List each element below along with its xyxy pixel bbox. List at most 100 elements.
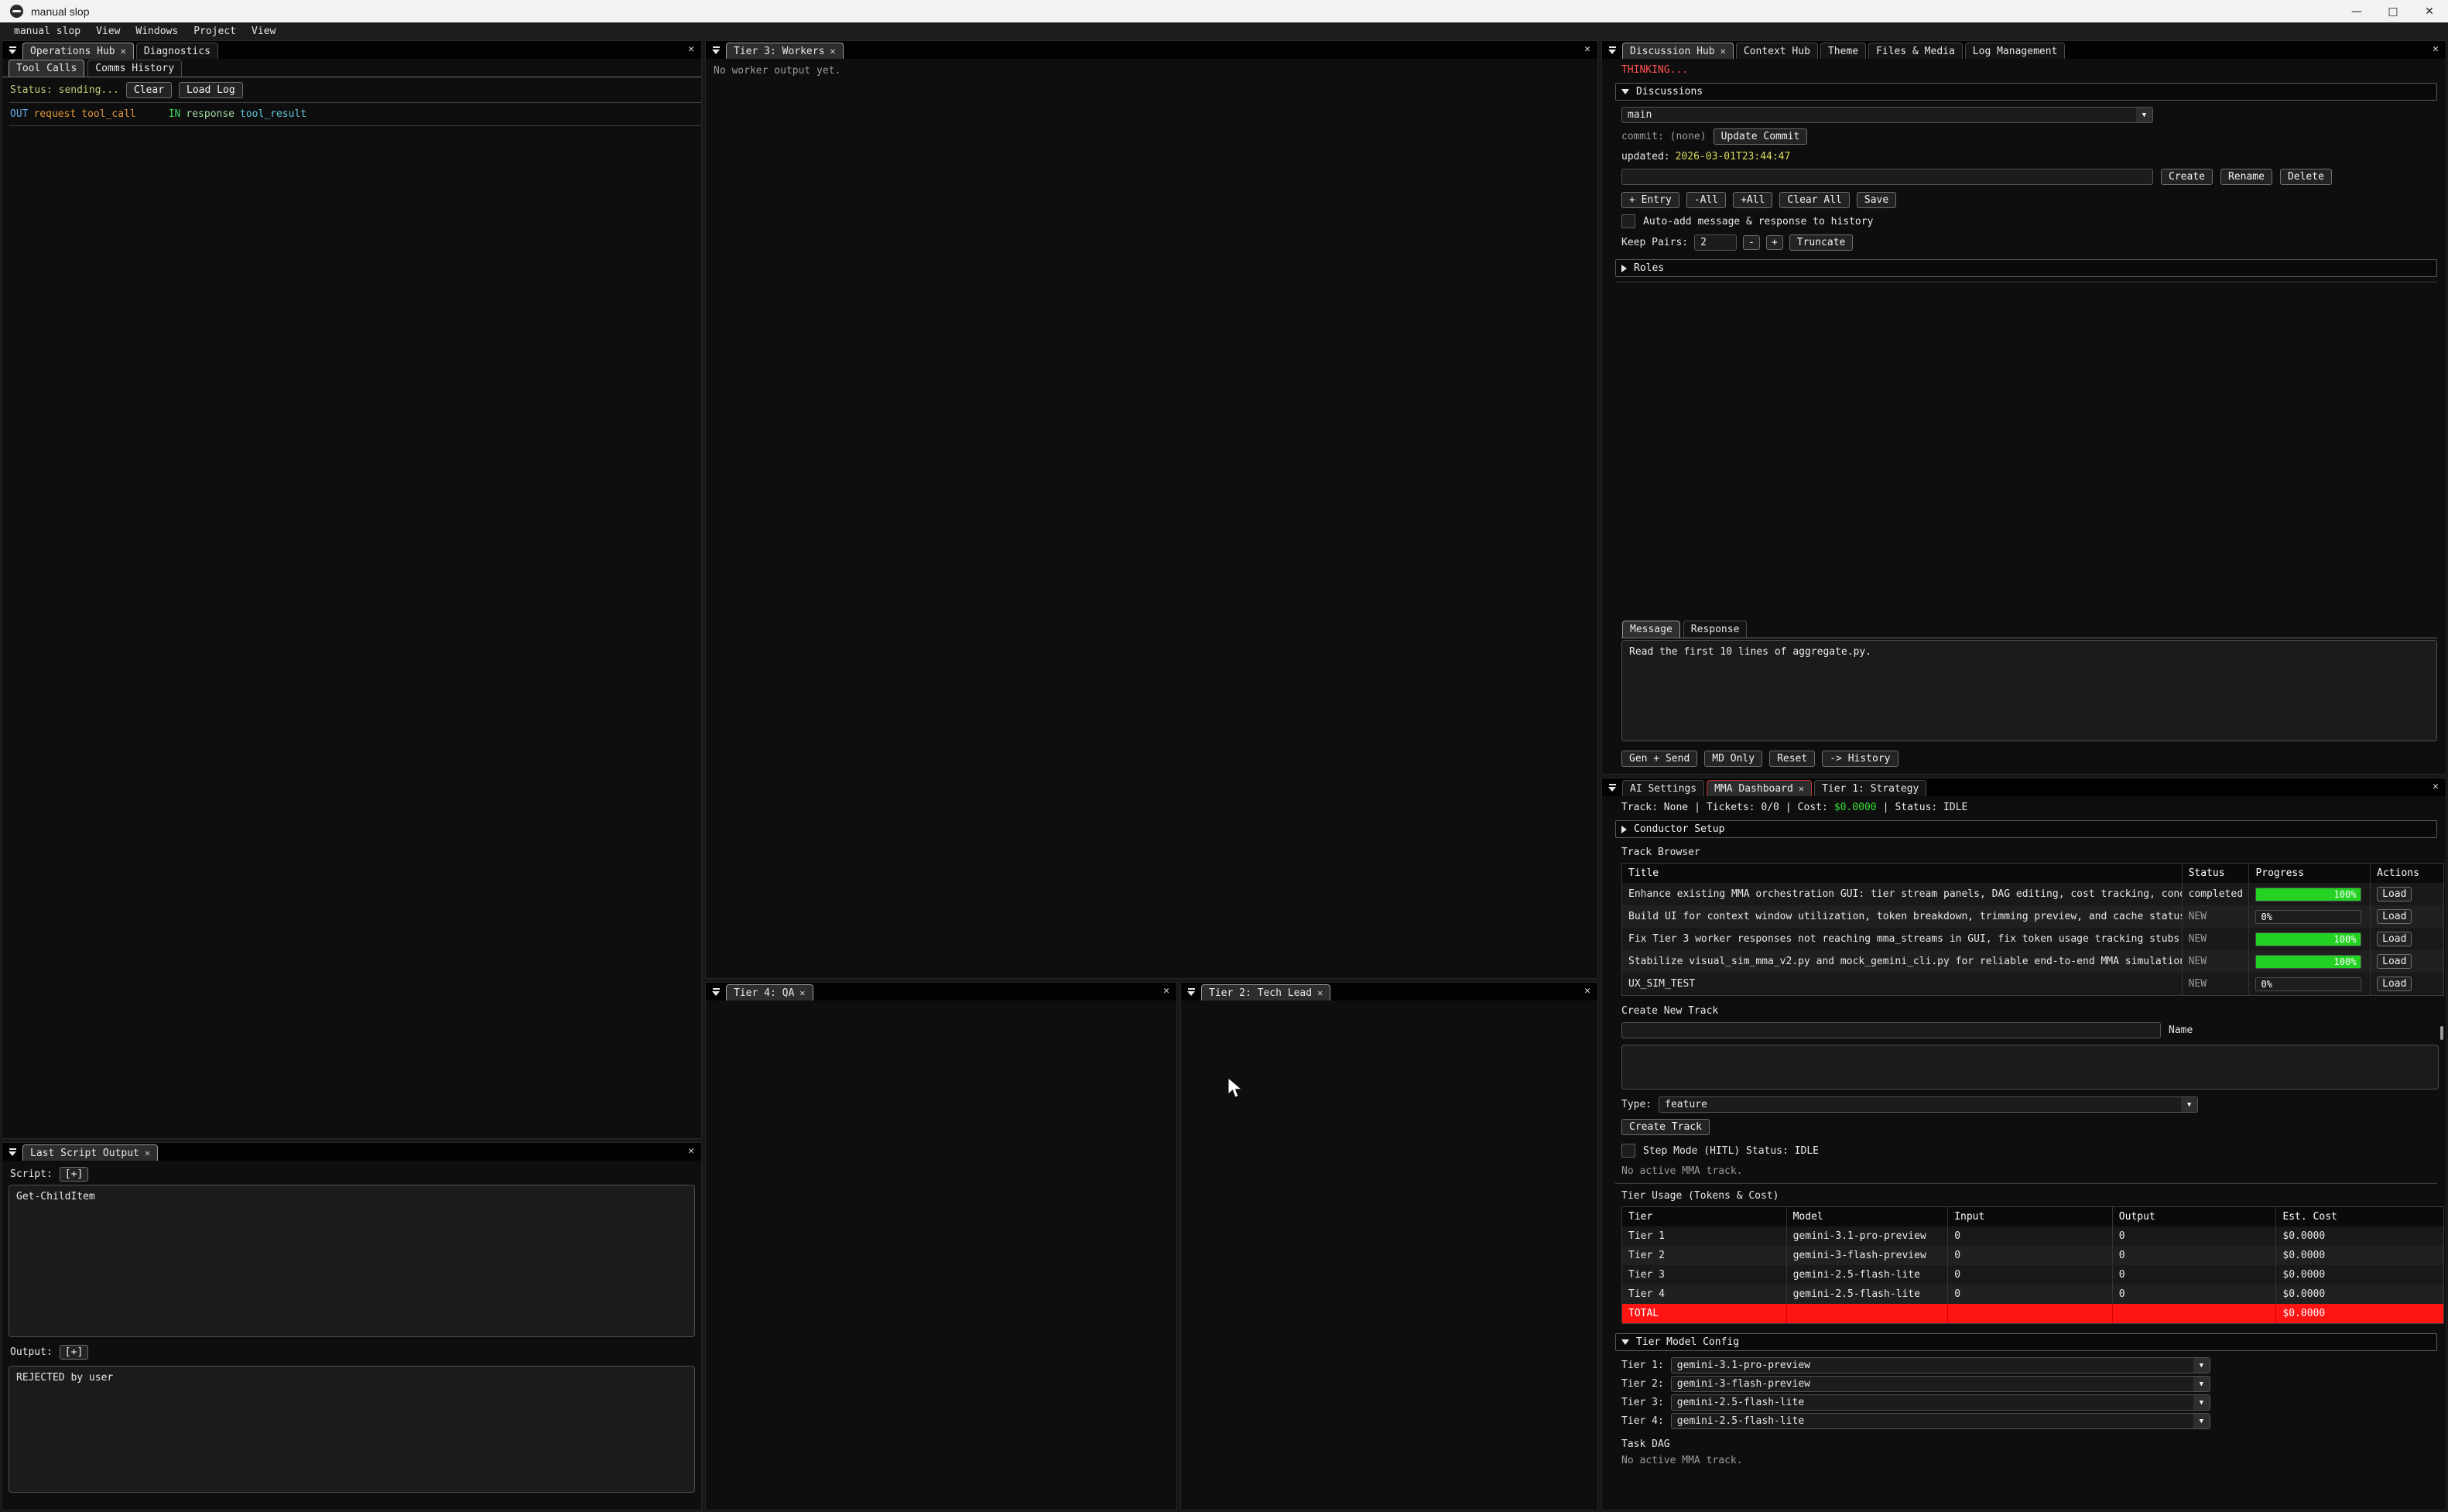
tab-close-icon[interactable]: ✕ [121, 46, 126, 56]
tier3-empty-text: No worker output yet. [706, 59, 1597, 83]
delete-button[interactable]: Delete [2280, 169, 2332, 185]
tab-mma-dashboard[interactable]: MMA Dashboard ✕ [1707, 780, 1812, 796]
discussion-select[interactable]: main ▼ [1621, 107, 2153, 123]
create-track-button[interactable]: Create Track [1621, 1119, 1710, 1135]
tab-tier1-strategy[interactable]: Tier 1: Strategy [1814, 780, 1926, 796]
load-button[interactable]: Load [2377, 977, 2412, 991]
tab-close-icon[interactable]: ✕ [1317, 987, 1323, 998]
window-menu-icon[interactable] [1183, 984, 1199, 1000]
subtab-tool-calls[interactable]: Tool Calls [9, 60, 84, 77]
panel-close-icon[interactable]: ✕ [1584, 985, 1590, 997]
script-textarea[interactable]: Get-ChildItem [9, 1185, 695, 1337]
chevron-down-icon [1621, 89, 1629, 94]
create-button[interactable]: Create [2161, 169, 2213, 185]
mma-status-line: Track: None| Tickets: 0/0| Cost: $0.0000… [1621, 802, 2437, 813]
tab-theme[interactable]: Theme [1820, 43, 1866, 59]
output-textarea[interactable]: REJECTED by user [9, 1366, 695, 1493]
script-expand-button[interactable]: [+] [60, 1167, 88, 1182]
window-menu-icon[interactable] [1604, 43, 1620, 58]
tab-diagnostics[interactable]: Diagnostics [136, 43, 218, 59]
tier-model-config-header[interactable]: Tier Model Config [1615, 1333, 2437, 1351]
tab-last-script-output[interactable]: Last Script Output ✕ [22, 1144, 158, 1161]
tier1-model-select[interactable]: gemini-3.1-pro-preview▼ [1671, 1357, 2210, 1373]
load-button[interactable]: Load [2377, 887, 2412, 901]
menu-view[interactable]: View [88, 22, 128, 40]
rename-button[interactable]: Rename [2220, 169, 2272, 185]
increment-button[interactable]: + [1766, 235, 1783, 250]
tab-discussion-hub[interactable]: Discussion Hub ✕ [1622, 43, 1734, 59]
update-commit-button[interactable]: Update Commit [1714, 128, 1808, 145]
tab-log-management[interactable]: Log Management [1965, 43, 2066, 59]
track-description-textarea[interactable] [1621, 1045, 2439, 1090]
tab-tier3-workers[interactable]: Tier 3: Workers ✕ [726, 43, 844, 59]
window-menu-icon[interactable] [5, 43, 20, 58]
window-menu-icon[interactable] [1604, 780, 1620, 795]
discussions-header[interactable]: Discussions [1615, 83, 2437, 101]
keep-pairs-input[interactable]: 2 [1694, 234, 1737, 251]
load-button[interactable]: Load [2377, 909, 2412, 924]
panel-close-icon[interactable]: ✕ [688, 43, 694, 55]
truncate-button[interactable]: Truncate [1789, 234, 1854, 251]
tab-close-icon[interactable]: ✕ [799, 987, 805, 998]
tab-operations-hub[interactable]: Operations Hub ✕ [22, 43, 134, 59]
tab-close-icon[interactable]: ✕ [1720, 46, 1726, 56]
menu-windows[interactable]: Windows [128, 22, 186, 40]
tab-close-icon[interactable]: ✕ [145, 1148, 150, 1158]
load-button[interactable]: Load [2377, 932, 2412, 946]
tier3-model-select[interactable]: gemini-2.5-flash-lite▼ [1671, 1394, 2210, 1411]
window-menu-icon[interactable] [708, 43, 724, 58]
auto-add-checkbox[interactable] [1621, 214, 1635, 228]
tier4-model-select[interactable]: gemini-2.5-flash-lite▼ [1671, 1413, 2210, 1429]
subtab-message[interactable]: Message [1622, 621, 1680, 638]
md-only-button[interactable]: MD Only [1704, 751, 1762, 767]
subtab-response[interactable]: Response [1683, 621, 1748, 638]
reset-button[interactable]: Reset [1769, 751, 1815, 767]
tab-files-media[interactable]: Files & Media [1868, 43, 1963, 59]
message-textarea[interactable]: Read the first 10 lines of aggregate.py. [1621, 640, 2437, 741]
discussion-name-input[interactable] [1621, 169, 2153, 185]
maximize-button[interactable]: □ [2375, 0, 2411, 22]
tier2-model-select[interactable]: gemini-3-flash-preview▼ [1671, 1376, 2210, 1392]
tab-ai-settings[interactable]: AI Settings [1622, 780, 1704, 796]
tab-tier4-qa[interactable]: Tier 4: QA ✕ [726, 984, 813, 1001]
load-log-button[interactable]: Load Log [179, 82, 243, 98]
tier1-model-label: Tier 1: [1621, 1360, 1664, 1371]
close-button[interactable]: ✕ [2412, 0, 2447, 22]
window-menu-icon[interactable] [5, 1144, 20, 1160]
to-history-button[interactable]: -> History [1822, 751, 1898, 767]
panel-close-icon[interactable]: ✕ [2433, 781, 2439, 792]
track-name-input[interactable] [1621, 1022, 2161, 1038]
step-mode-checkbox[interactable] [1621, 1144, 1635, 1158]
save-button[interactable]: Save [1857, 192, 1896, 208]
conductor-setup-header[interactable]: Conductor Setup [1615, 820, 2437, 838]
gen-send-button[interactable]: Gen + Send [1621, 751, 1697, 767]
subtab-comms-history[interactable]: Comms History [87, 60, 182, 77]
tab-tier2-tech-lead[interactable]: Tier 2: Tech Lead ✕ [1201, 984, 1330, 1001]
menu-view-2[interactable]: View [244, 22, 283, 40]
panel-close-icon[interactable]: ✕ [1584, 43, 1590, 55]
panel-close-icon[interactable]: ✕ [1163, 985, 1169, 997]
decrement-button[interactable]: - [1743, 235, 1760, 250]
add-entry-button[interactable]: + Entry [1621, 192, 1679, 208]
tab-context-hub[interactable]: Context Hub [1736, 43, 1818, 59]
track-type-select[interactable]: feature ▼ [1659, 1096, 2198, 1113]
clear-button[interactable]: Clear [126, 82, 172, 98]
tab-close-icon[interactable]: ✕ [830, 46, 835, 56]
chevron-down-icon: ▼ [2193, 1395, 2210, 1410]
roles-header[interactable]: Roles [1615, 259, 2437, 277]
scrollbar-thumb[interactable] [2440, 1026, 2443, 1040]
menu-manual-slop[interactable]: manual slop [6, 22, 88, 40]
keep-pairs-label: Keep Pairs: [1621, 237, 1688, 248]
panel-close-icon[interactable]: ✕ [688, 1145, 694, 1157]
minimize-button[interactable]: — [2339, 0, 2374, 22]
panel-close-icon[interactable]: ✕ [2433, 43, 2439, 55]
menu-project[interactable]: Project [186, 22, 244, 40]
minus-all-button[interactable]: -All [1686, 192, 1726, 208]
tab-close-icon[interactable]: ✕ [1799, 783, 1804, 794]
clear-all-button[interactable]: Clear All [1779, 192, 1849, 208]
window-menu-icon[interactable] [708, 984, 724, 1000]
cost-value: $0.0000 [1834, 802, 1877, 813]
load-button[interactable]: Load [2377, 954, 2412, 969]
output-expand-button[interactable]: [+] [60, 1345, 88, 1360]
plus-all-button[interactable]: +All [1733, 192, 1772, 208]
